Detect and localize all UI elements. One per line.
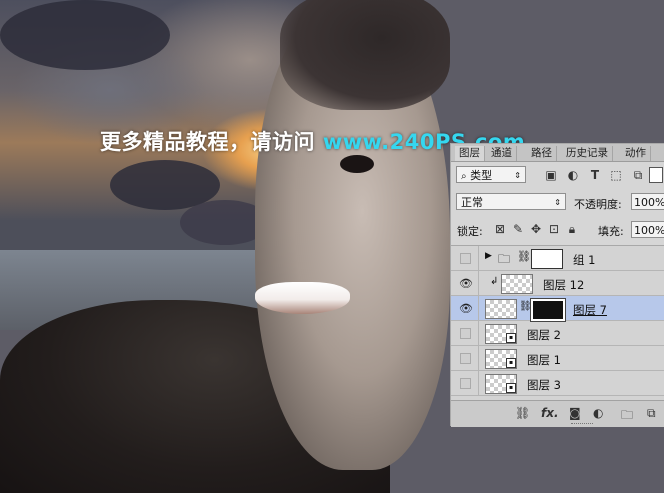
lock-transparency-icon[interactable]: ⊠	[493, 222, 507, 236]
lock-artboard-icon[interactable]: ⊡	[547, 222, 561, 236]
visibility-toggle[interactable]	[451, 346, 479, 370]
layer-name: 图层 12	[543, 278, 585, 292]
visibility-toggle[interactable]	[451, 321, 479, 345]
lock-all-icon[interactable]: 🔒︎	[565, 222, 579, 236]
resize-grip-icon[interactable]	[571, 423, 593, 426]
blend-row: 正常 ⇕ 不透明度: 100%	[451, 191, 664, 213]
fill-input[interactable]: 100%	[631, 221, 664, 238]
adjustment-layer-icon[interactable]: ◐	[593, 406, 603, 420]
watermark-text: 更多精品教程，请访问	[100, 130, 323, 154]
visibility-toggle[interactable]: 👁︎	[451, 271, 479, 295]
layer-name: 图层 1	[527, 353, 561, 367]
new-group-icon[interactable]: 🗀︎	[621, 406, 633, 427]
link-icon[interactable]: ⛓︎	[517, 250, 531, 263]
tab-channels[interactable]: 通道	[487, 146, 517, 161]
blend-mode-select[interactable]: 正常 ⇕	[456, 193, 566, 210]
smart-object-icon: ▪	[506, 383, 516, 393]
smart-object-icon: ▪	[506, 333, 516, 343]
tab-paths[interactable]: 路径	[527, 146, 557, 161]
chevron-updown-icon: ⇕	[554, 198, 561, 207]
opacity-label: 不透明度:	[574, 198, 622, 211]
folder-icon: 🗀︎	[498, 252, 511, 266]
smart-object-icon: ▪	[506, 358, 516, 368]
tab-layers[interactable]: 图层	[455, 146, 485, 161]
lock-label: 锁定:	[457, 225, 483, 238]
layers-panel: 图层 通道 路径 历史记录 动作 ⌕ 类型 ⇕ ▣ ◐ T ⬚ ⧉ 正常 ⇕ 不…	[450, 143, 664, 427]
visibility-off-box	[460, 253, 471, 264]
visibility-toggle[interactable]: 👁︎	[451, 296, 479, 320]
link-icon[interactable]: ⛓︎	[519, 301, 532, 312]
tab-history[interactable]: 历史记录	[562, 146, 613, 161]
layer-row-2[interactable]: ▪ 图层 2	[451, 321, 664, 346]
group-mask-thumbnail[interactable]	[531, 249, 563, 269]
cloud-shape	[0, 0, 170, 70]
tab-actions[interactable]: 动作	[621, 146, 651, 161]
layer-name: 图层 2	[527, 328, 561, 342]
smart-object-filter-icon[interactable]: ⧉	[631, 168, 645, 182]
link-layers-icon[interactable]: ⛓︎	[515, 406, 530, 420]
visibility-off-box	[460, 353, 471, 364]
visibility-off-box	[460, 328, 471, 339]
panel-tab-bar: 图层 通道 路径 历史记录 动作	[451, 144, 664, 162]
adjustment-filter-icon[interactable]: ◐	[566, 168, 580, 182]
layer-thumbnail[interactable]	[501, 274, 533, 294]
layer-thumbnail[interactable]	[485, 299, 517, 319]
hair-image	[280, 0, 450, 110]
layer-row-7[interactable]: 👁︎ ⛓︎ 图层 7	[451, 296, 664, 322]
visibility-toggle[interactable]	[451, 371, 479, 395]
expand-arrow-icon[interactable]: ▶	[485, 251, 492, 261]
visibility-off-box	[460, 378, 471, 389]
layer-row-1[interactable]: ▪ 图层 1	[451, 346, 664, 371]
lock-row: 锁定: ⊠ ✎ ✥ ⊡ 🔒︎ 填充: 100%	[451, 219, 664, 241]
filter-kind-select[interactable]: ⌕ 类型 ⇕	[456, 166, 526, 183]
lock-move-icon[interactable]: ✥	[529, 222, 543, 236]
filter-row: ⌕ 类型 ⇕ ▣ ◐ T ⬚ ⧉	[451, 164, 664, 186]
new-layer-icon[interactable]: ⧉	[647, 406, 656, 421]
layer-name: 图层 7	[573, 303, 607, 317]
blend-mode-value: 正常	[461, 196, 483, 209]
opacity-input[interactable]: 100%	[631, 193, 664, 210]
layer-row-3[interactable]: ▪ 图层 3	[451, 371, 664, 396]
visibility-toggle[interactable]	[451, 246, 479, 270]
eye-shape	[340, 155, 374, 173]
chevron-updown-icon: ⇕	[514, 171, 521, 180]
layer-name: 图层 3	[527, 378, 561, 392]
layer-row-12[interactable]: 👁︎ ↲ 图层 12	[451, 271, 664, 296]
shape-filter-icon[interactable]: ⬚	[609, 168, 623, 182]
image-filter-icon[interactable]: ▣	[544, 168, 558, 182]
add-mask-icon[interactable]: ◙	[569, 406, 581, 420]
filter-toggle-icon[interactable]	[649, 167, 663, 183]
type-filter-icon[interactable]: T	[588, 168, 602, 182]
layer-mask-thumbnail[interactable]	[530, 298, 566, 322]
search-icon: ⌕	[461, 171, 467, 182]
layer-row-group-1[interactable]: ▶ 🗀︎ ⛓︎ 组 1	[451, 246, 664, 271]
filter-kind-label: 类型	[470, 169, 493, 182]
fill-label: 填充:	[598, 225, 624, 238]
smile-shape	[255, 282, 350, 314]
layer-name: 组 1	[573, 253, 596, 267]
layers-bottom-toolbar: ⛓︎ fx. ◙ ◐ 🗀︎ ⧉	[451, 400, 664, 427]
fx-icon[interactable]: fx.	[541, 406, 559, 420]
layers-list: ▶ 🗀︎ ⛓︎ 组 1 👁︎ ↲ 图层 12 👁︎ ⛓︎ 图层 7 ▪ 图层 2	[451, 245, 664, 400]
clipping-arrow-icon: ↲	[490, 276, 499, 287]
lock-paint-brush-icon[interactable]: ✎	[511, 222, 525, 236]
eye-icon: 👁︎	[459, 277, 473, 290]
eye-icon: 👁︎	[459, 302, 473, 315]
